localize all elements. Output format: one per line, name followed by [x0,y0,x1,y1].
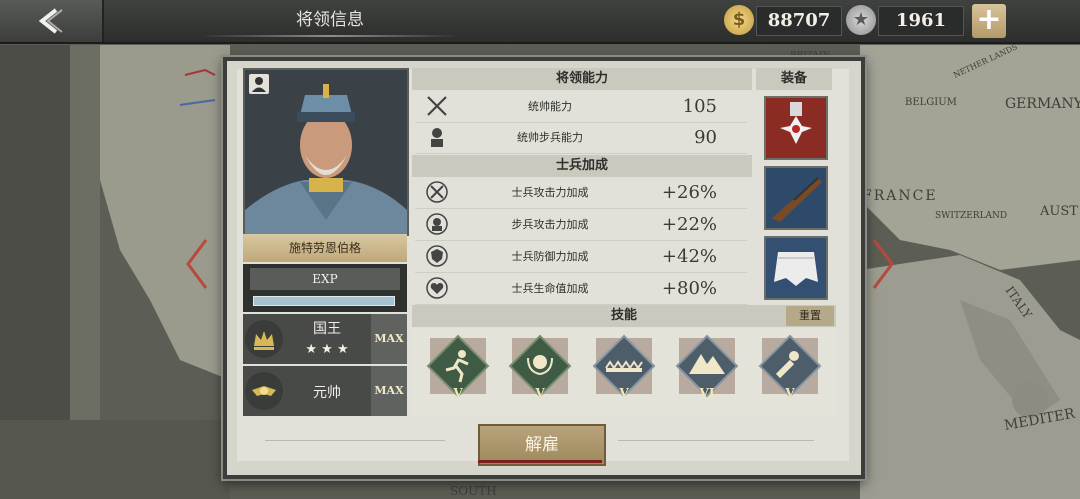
heart-icon [426,277,448,299]
bonus-label: 士兵生命值加成 [511,282,589,295]
crown-icon [245,320,283,358]
medal-coin-icon: ★ [846,5,876,35]
previous-general-arrow-icon[interactable] [186,238,208,290]
bonus-value: +42% [661,246,717,267]
general-portrait [243,68,409,236]
equipment-slot-cloth[interactable] [764,236,828,300]
skill-level: V [535,386,545,400]
skill-level: V [453,386,463,400]
bonus-label: 士兵防御力加成 [511,250,589,263]
rank-max-king: MAX [371,314,407,364]
rank-stars: ★ ★ ★ [305,342,349,357]
rank-row-king: 国王 ★ ★ ★ [243,314,371,364]
map-label-austria: AUST [1039,204,1078,219]
rifle-icon [772,177,822,222]
bonus-row: 士兵生命值加成 +80% [415,273,747,305]
bonuses-header: 士兵加成 [412,155,752,177]
equipment-slot-medal[interactable] [764,96,828,160]
ability-row: 统帅能力 105 [415,91,747,123]
map-label-switzerland: SWITZERLAND [935,211,1007,221]
bonus-row: 步兵攻击力加成 +22% [415,209,747,241]
map-label-france: FRANCE [862,188,938,204]
skill-level: V [619,386,629,400]
divider-left [265,440,445,441]
medal-cross-icon [780,102,812,144]
dismiss-button-underline [478,460,602,463]
attack-up-icon [426,181,448,203]
reset-skills-button[interactable]: 重置 [786,306,834,326]
equipment-slot-rifle[interactable] [764,166,828,230]
back-button[interactable] [0,0,104,42]
bonus-value: +26% [661,182,717,203]
rank-title-king: 国王 [313,321,341,337]
crossed-swords-icon [427,96,447,116]
rank-row-marshal: 元帅 [243,366,371,416]
bonus-value: +22% [661,214,717,235]
rank-title-marshal: 元帅 [313,385,341,401]
equipment-header: 装备 [756,68,832,90]
bonus-label: 士兵攻击力加成 [511,186,589,199]
exp-label: EXP [250,268,400,290]
general-portrait-image [245,70,407,234]
bonus-label: 步兵攻击力加成 [511,218,589,231]
skill-slot[interactable]: V [426,334,490,400]
ability-label: 统帅步兵能力 [517,131,583,144]
map-label-belgium: BELGIUM [905,97,957,108]
ability-row: 统帅步兵能力 90 [415,122,747,154]
divider-right [618,440,814,441]
white-cloth-icon [774,252,818,286]
ability-label: 统帅能力 [528,100,572,113]
gold-amount: 88707 [756,6,842,36]
bonus-value: +80% [661,278,717,299]
ability-value: 105 [682,96,717,117]
skill-slot[interactable]: VI [675,334,739,400]
skill-slot[interactable]: V [592,334,656,400]
bonus-row: 士兵防御力加成 +42% [415,241,747,273]
rank-max-marshal: MAX [371,366,407,416]
back-arrow-icon [38,8,63,34]
general-name: 施特劳恩伯格 [243,234,407,262]
medal-amount: 1961 [878,6,964,36]
skills-header: 技能 [412,305,836,327]
abilities-header: 将领能力 [412,68,752,90]
add-currency-button[interactable]: + [972,4,1006,38]
shield-icon [426,245,448,267]
infantry-icon [431,128,443,147]
next-general-arrow-icon[interactable] [872,238,894,290]
skill-level: V [785,386,795,400]
general-type-badge-icon [249,74,269,94]
skill-level: VI [699,386,715,400]
skill-slot[interactable]: V [508,334,572,400]
map-label-germany: GERMANY [1005,96,1080,112]
skill-slot[interactable]: V [758,334,822,400]
infantry-attack-icon [426,213,448,235]
title-underline [200,35,460,37]
ability-value: 90 [694,127,717,148]
map-label-south: SOUTH [450,484,497,498]
bonus-row: 士兵攻击力加成 +26% [415,177,747,209]
marshal-wings-icon [245,372,283,410]
exp-bar [253,296,395,306]
gold-coin-icon: $ [724,5,754,35]
